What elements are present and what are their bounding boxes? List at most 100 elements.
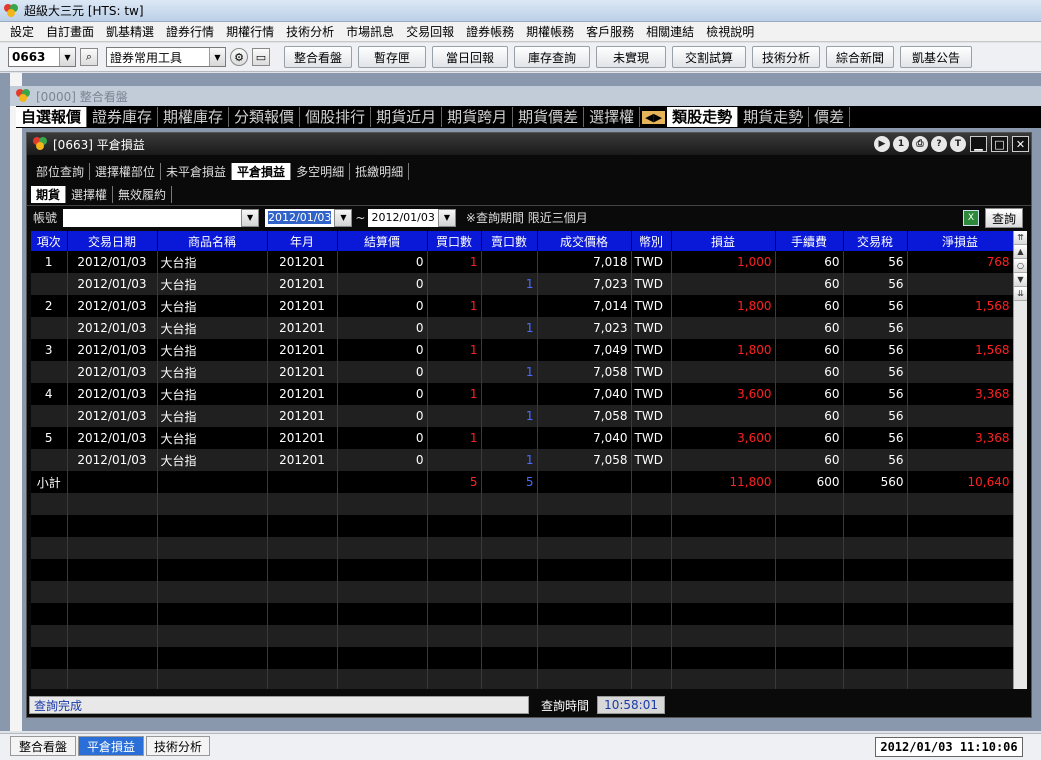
- print-icon[interactable]: ⎙: [912, 136, 928, 152]
- settlement-trial-button[interactable]: 交割試算: [672, 46, 746, 68]
- table-row[interactable]: 2012/01/03 大台指 201201 0 1 7,023 TWD 60 56: [31, 273, 1013, 295]
- header-col-trade-date[interactable]: 交易日期: [67, 231, 158, 251]
- chevron-down-icon[interactable]: ▼: [437, 208, 456, 227]
- account-field[interactable]: [63, 208, 242, 227]
- header-col-buy-qty[interactable]: 買口數: [427, 231, 482, 251]
- header-col-net-pnl[interactable]: 淨損益: [907, 231, 1013, 251]
- taskbar-tab-technical-analysis[interactable]: 技術分析: [146, 736, 210, 756]
- new-window-icon[interactable]: ▭: [252, 48, 270, 66]
- closed-pnl-titlebar[interactable]: [0663] 平倉損益 ▶ 1 ⎙ ? T ▁ □ ✕: [27, 133, 1031, 155]
- minimize-icon[interactable]: ▁: [970, 136, 987, 152]
- table-row[interactable]: 5 2012/01/03 大台指 201201 0 1 7,040 TWD 3,600 60 56 3…: [31, 427, 1013, 449]
- tab-futures-spread[interactable]: 期貨價差: [513, 107, 585, 127]
- query-button[interactable]: 查詢: [984, 208, 1023, 228]
- integrated-board-button[interactable]: 整合看盤: [284, 46, 352, 68]
- tab-stock-ranking[interactable]: 個股排行: [300, 107, 372, 127]
- maximize-icon[interactable]: □: [991, 136, 1008, 152]
- inventory-query-button[interactable]: 庫存查詢: [514, 46, 590, 68]
- scroll-bottom-icon[interactable]: ⇊: [1014, 287, 1027, 301]
- menu-item-market-news[interactable]: 市場訊息: [340, 23, 400, 40]
- date-from-field[interactable]: 2012/01/03: [265, 208, 335, 227]
- menu-item-futopt-quotes[interactable]: 期權行情: [220, 23, 280, 40]
- help-icon[interactable]: ?: [931, 136, 947, 152]
- tool-select[interactable]: 證券常用工具 ▼: [106, 47, 226, 67]
- tab-collateral-detail[interactable]: 抵繳明細: [350, 162, 410, 180]
- scroll-up-icon[interactable]: ▲: [1014, 245, 1027, 259]
- tab-futures-trend[interactable]: 期貨走勢: [738, 107, 810, 127]
- menu-item-links[interactable]: 相關連結: [640, 23, 700, 40]
- header-col-trade-price[interactable]: 成交價格: [537, 231, 632, 251]
- header-col-year-month[interactable]: 年月: [267, 231, 338, 251]
- vertical-scrollbar[interactable]: ⇈ ▲ ○ ▼ ⇊: [1013, 231, 1027, 689]
- kgi-announcement-button[interactable]: 凱基公告: [900, 46, 972, 68]
- export-icon[interactable]: ▶: [874, 136, 890, 152]
- gear-icon[interactable]: ⚙: [230, 48, 248, 66]
- table-row[interactable]: 3 2012/01/03 大台指 201201 0 1 7,049 TWD 1,800 60 56 1…: [31, 339, 1013, 361]
- tab-open-pnl[interactable]: 未平倉損益: [161, 162, 233, 180]
- subtotal-row[interactable]: 小計 5 5 11,800 600 560 10,640: [31, 471, 1013, 493]
- tab-options[interactable]: 選擇權: [584, 107, 641, 127]
- tab-invalid-exercise[interactable]: 無效履約: [113, 185, 173, 203]
- menu-item-stock-quotes[interactable]: 證券行情: [160, 23, 220, 40]
- table-row[interactable]: 4 2012/01/03 大台指 201201 0 1 7,040 TWD 3,600 60 56 3…: [31, 383, 1013, 405]
- tab-stock-inventory[interactable]: 證券庫存: [87, 107, 159, 127]
- table-row[interactable]: 1 2012/01/03 大台指 201201 0 1 7,018 TWD 1,000 60 56 7…: [31, 251, 1013, 273]
- table-row[interactable]: 2012/01/03 大台指 201201 0 1 7,058 TWD 60 56: [31, 449, 1013, 471]
- header-col-tax[interactable]: 交易稅: [843, 231, 908, 251]
- header-col-index[interactable]: 項次: [31, 231, 68, 251]
- table-row[interactable]: 2012/01/03 大台指 201201 0 1 7,058 TWD 60 56: [31, 405, 1013, 427]
- chevron-down-icon[interactable]: ▼: [59, 48, 75, 66]
- tab-spread[interactable]: 價差: [809, 107, 851, 127]
- header-col-currency[interactable]: 幣別: [631, 231, 672, 251]
- scroll-reset-icon[interactable]: ○: [1014, 259, 1027, 273]
- menu-item-customer-service[interactable]: 客戶服務: [580, 23, 640, 40]
- tab-watchlist[interactable]: 自選報價: [16, 107, 88, 127]
- technical-analysis-button[interactable]: 技術分析: [752, 46, 820, 68]
- function-code-combo[interactable]: 0663 ▼: [8, 47, 76, 67]
- unrealized-button[interactable]: 未實現: [596, 46, 666, 68]
- tab-long-short-detail[interactable]: 多空明細: [291, 162, 351, 180]
- table-row[interactable]: 2012/01/03 大台指 201201 0 1 7,023 TWD 60 56: [31, 317, 1013, 339]
- taskbar-tab-integrated-board[interactable]: 整合看盤: [10, 736, 76, 756]
- menu-item-custom-screen[interactable]: 自訂畫面: [40, 23, 100, 40]
- temp-storage-button[interactable]: 暫存匣: [358, 46, 426, 68]
- menu-item-trade-report[interactable]: 交易回報: [400, 23, 460, 40]
- menu-item-help[interactable]: 檢視說明: [700, 23, 760, 40]
- tab-options[interactable]: 選擇權: [66, 185, 114, 203]
- excel-export-icon[interactable]: X: [962, 210, 979, 226]
- tab-category-quotes[interactable]: 分類報價: [229, 107, 301, 127]
- tab-scroll-arrows-icon[interactable]: ◀▶: [642, 110, 666, 124]
- tab-sector-trend[interactable]: 類股走勢: [667, 107, 739, 127]
- menu-item-futopt-account[interactable]: 期權帳務: [520, 23, 580, 40]
- menu-item-kgi-picks[interactable]: 凱基精選: [100, 23, 160, 40]
- chevron-down-icon[interactable]: ▼: [334, 208, 353, 227]
- news-button[interactable]: 綜合新聞: [826, 46, 894, 68]
- table-row[interactable]: 2 2012/01/03 大台指 201201 0 1 7,014 TWD 1,800 60 56 1…: [31, 295, 1013, 317]
- scroll-top-icon[interactable]: ⇈: [1014, 231, 1027, 245]
- tab-option-position[interactable]: 選擇權部位: [90, 162, 162, 180]
- header-col-pnl[interactable]: 損益: [671, 231, 776, 251]
- close-icon[interactable]: ✕: [1012, 136, 1029, 152]
- menu-item-stock-account[interactable]: 證券帳務: [460, 23, 520, 40]
- pin-icon[interactable]: T: [950, 136, 966, 152]
- header-col-sell-qty[interactable]: 賣口數: [481, 231, 538, 251]
- header-col-fee[interactable]: 手續費: [775, 231, 844, 251]
- scroll-down-icon[interactable]: ▼: [1014, 273, 1027, 287]
- header-col-settle-price[interactable]: 結算價: [337, 231, 428, 251]
- search-icon[interactable]: ⌕: [80, 48, 98, 66]
- tab-position-query[interactable]: 部位查詢: [31, 162, 91, 180]
- tab-futures-spread-month[interactable]: 期貨跨月: [442, 107, 514, 127]
- chevron-down-icon[interactable]: ▼: [241, 208, 260, 227]
- menu-item-settings[interactable]: 設定: [4, 23, 40, 40]
- menu-item-technical[interactable]: 技術分析: [280, 23, 340, 40]
- tab-futures[interactable]: 期貨: [31, 185, 67, 203]
- tab-closed-pnl[interactable]: 平倉損益: [232, 162, 292, 180]
- table-row[interactable]: 2012/01/03 大台指 201201 0 1 7,058 TWD 60 56: [31, 361, 1013, 383]
- header-col-product-name[interactable]: 商品名稱: [157, 231, 268, 251]
- taskbar-tab-closed-pnl[interactable]: 平倉損益: [78, 736, 144, 756]
- date-to-field[interactable]: 2012/01/03: [368, 208, 438, 227]
- tab-futures-near[interactable]: 期貨近月: [371, 107, 443, 127]
- chevron-down-icon[interactable]: ▼: [209, 48, 225, 66]
- tab-futopt-inventory[interactable]: 期權庫存: [158, 107, 230, 127]
- daily-report-button[interactable]: 當日回報: [432, 46, 508, 68]
